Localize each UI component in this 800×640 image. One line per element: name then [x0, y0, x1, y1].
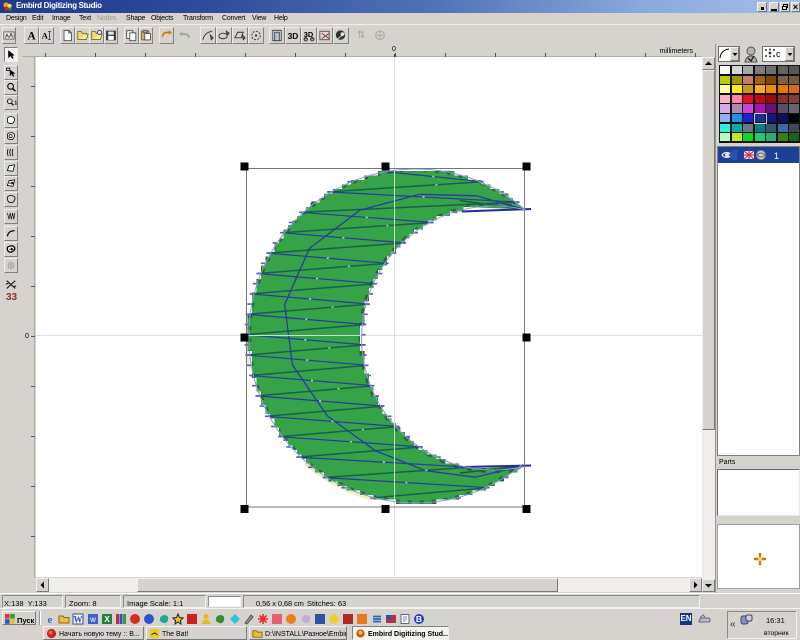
svg-text:1: 1	[774, 151, 779, 161]
svg-text:3D: 3D	[288, 31, 299, 41]
svg-text:w: w	[89, 615, 96, 624]
svg-text:A: A	[27, 30, 36, 42]
svg-text:c: c	[776, 49, 781, 59]
svg-text:e: e	[48, 614, 53, 625]
svg-text:X: X	[104, 615, 110, 624]
svg-text:B: B	[416, 614, 422, 624]
svg-text:1: 1	[14, 101, 17, 107]
svg-text:A: A	[42, 31, 49, 41]
svg-text:W: W	[74, 615, 83, 625]
